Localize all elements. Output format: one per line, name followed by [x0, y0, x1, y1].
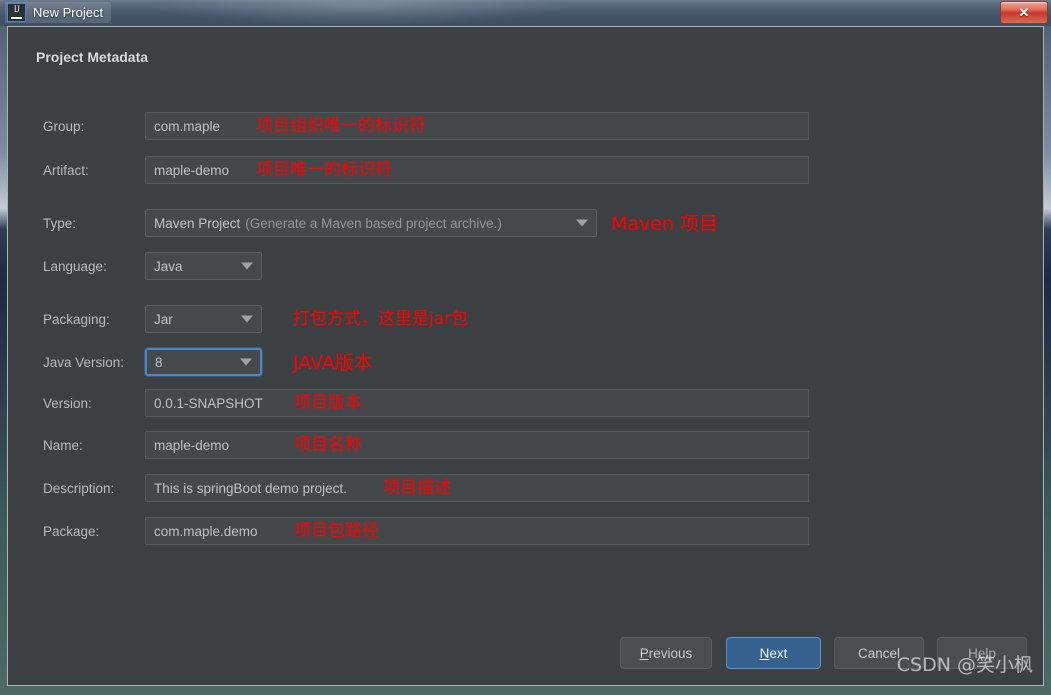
form-row: Description: This is springBoot demo proj…	[8, 474, 1008, 504]
form-row: Name: maple-demo 项目名称	[8, 431, 1008, 461]
field-input[interactable]: com.maple.demo	[145, 517, 809, 545]
page-title: Project Metadata	[36, 49, 149, 65]
window-title: New Project	[33, 5, 104, 20]
field-value: This is springBoot demo project.	[154, 480, 347, 496]
field-combo[interactable]: Maven Project (Generate a Maven based pro…	[145, 209, 597, 237]
field-combo[interactable]: 8	[145, 348, 262, 376]
field-combo[interactable]: Jar	[145, 305, 262, 333]
field-input[interactable]: This is springBoot demo project.	[145, 474, 809, 502]
field-value: 8	[155, 354, 163, 370]
window-titlebar[interactable]: IJ New Project ✕	[0, 0, 1051, 26]
field-value: 0.0.1-SNAPSHOT	[154, 395, 263, 411]
form-row: Java Version: 8 JAVA版本	[8, 348, 1008, 378]
chevron-down-icon[interactable]	[241, 262, 253, 270]
field-label: Version:	[43, 396, 92, 411]
window-title-group: IJ New Project	[5, 2, 112, 23]
annotation-text: 项目包路径	[294, 521, 379, 541]
chevron-down-icon[interactable]	[241, 315, 253, 323]
field-combo[interactable]: Java	[145, 252, 262, 280]
close-button[interactable]: ✕	[1000, 1, 1048, 24]
annotation-text: 项目版本	[294, 393, 362, 413]
field-input[interactable]: maple-demo	[145, 156, 809, 184]
field-input[interactable]: com.maple	[145, 112, 809, 140]
new-project-window: IJ New Project ✕ Project Metadata Group:…	[0, 0, 1051, 695]
field-input[interactable]: maple-demo	[145, 431, 809, 459]
form-row: Language: Java	[8, 252, 1008, 282]
annotation-text: Maven 项目	[611, 213, 719, 235]
field-value-hint: (Generate a Maven based project archive.…	[245, 215, 502, 231]
annotation-text: 打包方式，这里是jar包	[293, 309, 469, 329]
next-button-label: Next	[759, 645, 788, 661]
form-row: Package: com.maple.demo 项目包路径	[8, 517, 1008, 547]
field-value: com.maple	[154, 118, 221, 134]
help-button-label: Help	[968, 645, 996, 661]
intellij-idea-icon: IJ	[7, 3, 26, 22]
close-icon: ✕	[1018, 5, 1030, 20]
help-button[interactable]: Help	[937, 637, 1027, 669]
project-metadata-panel: Project Metadata Group: com.maple 项目组织唯一的标…	[8, 27, 1043, 685]
field-input[interactable]: 0.0.1-SNAPSHOT	[145, 389, 809, 417]
field-label: Type:	[43, 216, 77, 231]
field-label: Group:	[43, 119, 85, 134]
annotation-text: 项目组织唯一的标识符	[256, 116, 426, 136]
cancel-button-label: Cancel	[857, 645, 901, 661]
intellij-idea-icon-bar	[11, 16, 22, 19]
field-value: Maven Project	[154, 215, 241, 231]
cancel-button[interactable]: Cancel	[834, 637, 924, 669]
annotation-text: 项目名称	[294, 435, 362, 455]
field-value: com.maple.demo	[154, 523, 258, 539]
chevron-down-icon[interactable]	[240, 358, 252, 366]
field-value: maple-demo	[154, 437, 230, 453]
next-button[interactable]: Next	[726, 637, 821, 669]
field-value: Java	[154, 258, 183, 274]
chevron-down-icon[interactable]	[576, 219, 588, 227]
field-value: Jar	[154, 311, 173, 327]
field-label: Package:	[43, 524, 100, 539]
intellij-idea-icon-glyph: IJ	[13, 4, 20, 14]
form-row: Packaging: Jar 打包方式，这里是jar包	[8, 305, 1008, 335]
annotation-text: 项目描述	[383, 478, 451, 498]
form-row: Group: com.maple 项目组织唯一的标识符	[8, 112, 1008, 142]
form-row: Version: 0.0.1-SNAPSHOT 项目版本	[8, 389, 1008, 419]
field-label: Language:	[43, 259, 107, 274]
new-project-dialog: Project Metadata Group: com.maple 项目组织唯一的标…	[7, 26, 1044, 686]
form-row: Artifact: maple-demo 项目唯一的标识符	[8, 156, 1008, 186]
form-row: Type: Maven Project (Generate a Maven base…	[8, 209, 1008, 239]
field-label: Name:	[43, 438, 83, 453]
annotation-text: JAVA版本	[293, 352, 373, 374]
field-value: maple-demo	[154, 162, 230, 178]
dialog-button-bar: Previous Next Cancel Help	[8, 637, 1043, 669]
field-label: Artifact:	[43, 163, 89, 178]
previous-button-label: Previous	[639, 645, 693, 661]
field-label: Description:	[43, 481, 115, 496]
previous-button[interactable]: Previous	[620, 637, 712, 669]
field-label: Java Version:	[43, 355, 125, 370]
field-label: Packaging:	[43, 312, 110, 327]
annotation-text: 项目唯一的标识符	[256, 160, 392, 180]
